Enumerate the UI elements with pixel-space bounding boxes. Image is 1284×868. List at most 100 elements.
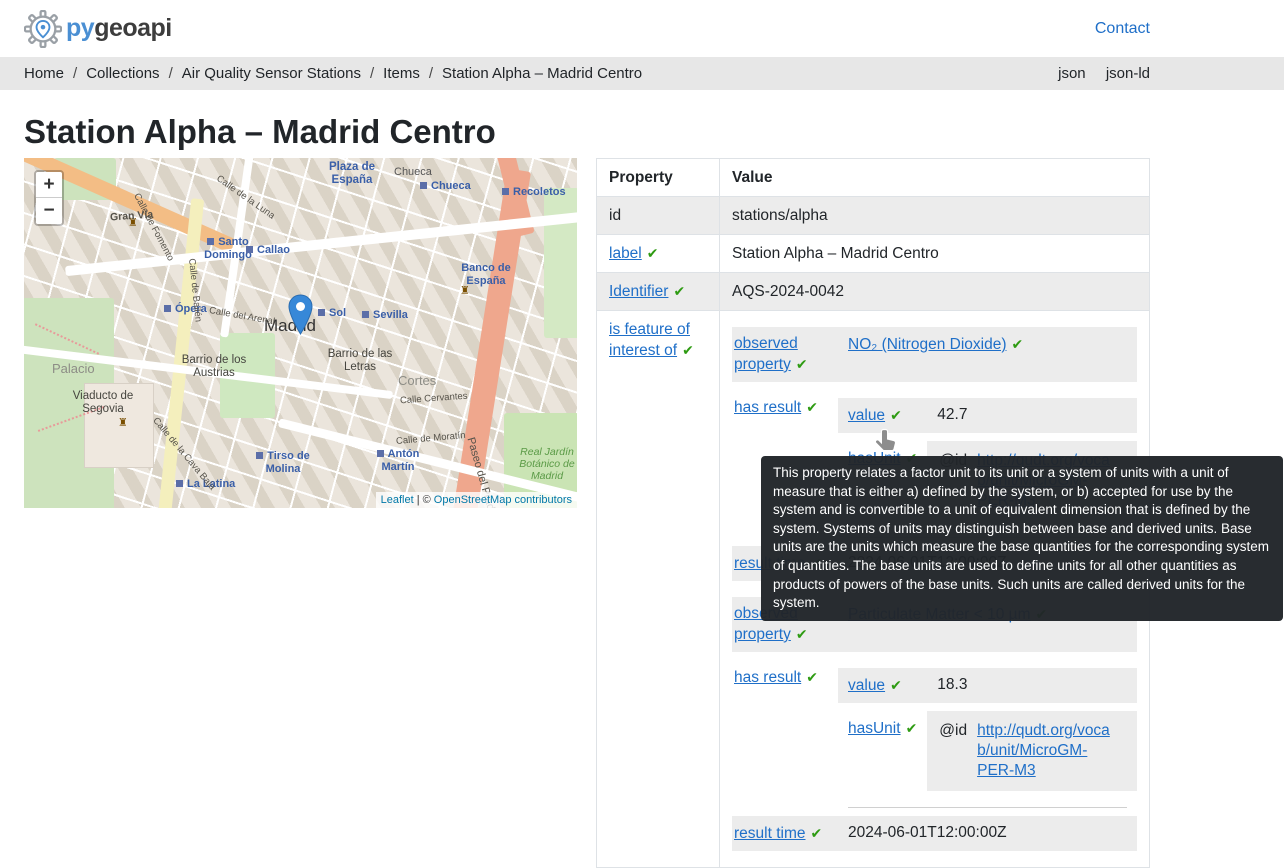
check-icon: ✔ <box>673 283 685 299</box>
value-column-header: Value <box>720 159 1150 197</box>
map-label: Antón Martín <box>370 448 426 473</box>
value-number: 42.7 <box>927 398 1137 433</box>
breadcrumb-separator: / <box>169 65 173 82</box>
hand-pointer-cursor-icon <box>873 428 896 452</box>
map-label: Viaducto de Segovia <box>64 390 142 416</box>
check-icon: ✔ <box>796 356 808 372</box>
identifier-property-link[interactable]: Identifier <box>609 283 668 300</box>
table-header-row: Property Value <box>597 159 1150 197</box>
value-link[interactable]: value <box>848 677 885 694</box>
divider <box>848 807 1127 808</box>
map-zoom-control: + − <box>34 170 64 226</box>
map-label: Recoletos <box>502 186 566 199</box>
attribution-copyright: © <box>423 494 431 506</box>
page-title: Station Alpha – Madrid Centro <box>24 111 1150 152</box>
map-label: Palacio <box>52 362 95 377</box>
map-label: Barrio de los Austrias <box>174 354 254 380</box>
table-row-id: id stations/alpha <box>597 197 1150 235</box>
breadcrumb-item-items: Items <box>383 65 420 82</box>
observed-property-value-link[interactable]: NO₂ (Nitrogen Dioxide) <box>848 336 1006 353</box>
json-ld-link[interactable]: json-ld <box>1106 65 1150 82</box>
property-id-label: id <box>597 197 720 235</box>
map-label: Callao <box>246 244 290 257</box>
brand-name: pygeoapi <box>66 16 172 41</box>
has-unit-row: hasUnit ✔ @id http://qudt.org/vocab/unit/… <box>838 711 1137 791</box>
value-link[interactable]: value <box>848 407 885 424</box>
breadcrumb-item-collection: Air Quality Sensor Stations <box>182 65 361 82</box>
breadcrumb: Home / Collections / Air Quality Sensor … <box>24 65 642 82</box>
breadcrumb-item-collections: Collections <box>86 65 159 82</box>
result-time-row: result time ✔ 2024-06-01T12:00:00Z <box>732 816 1137 851</box>
breadcrumb-link-items[interactable]: Items <box>383 65 420 82</box>
check-icon: ✔ <box>811 825 823 841</box>
value-number: 18.3 <box>927 668 1137 703</box>
breadcrumb-item-current: Station Alpha – Madrid Centro <box>442 65 642 82</box>
breadcrumb-bar: Home / Collections / Air Quality Sensor … <box>0 57 1284 90</box>
zoom-out-button[interactable]: − <box>36 198 62 224</box>
table-row-label: label ✔ Station Alpha – Madrid Centro <box>597 235 1150 273</box>
has-result-link[interactable]: has result <box>734 399 801 416</box>
has-result-row: has result ✔ value ✔ 18.3 <box>732 660 1137 799</box>
check-icon: ✔ <box>1011 336 1023 352</box>
check-icon: ✔ <box>890 407 902 423</box>
value-row: value ✔ 18.3 <box>838 668 1137 703</box>
check-icon: ✔ <box>682 342 694 358</box>
map-label: Plaza de España <box>320 161 384 187</box>
unit-id-box: @id http://qudt.org/vocab/unit/MicroGM-P… <box>927 711 1137 791</box>
label-property-link[interactable]: label <box>609 245 642 262</box>
observed-property-row: observed property✔ NO₂ (Nitrogen Dioxide… <box>732 327 1137 382</box>
id-key-label: @id <box>939 721 967 741</box>
brand-logo-link[interactable]: pygeoapi <box>24 10 172 48</box>
has-unit-link[interactable]: hasUnit <box>848 720 901 737</box>
map-label: Chueca <box>420 180 471 193</box>
map-marker-icon[interactable] <box>288 294 313 335</box>
is-feature-of-interest-link[interactable]: is feature of interest of <box>609 321 690 359</box>
label-property-value: Station Alpha – Madrid Centro <box>720 235 1150 273</box>
leaflet-attribution-link[interactable]: Leaflet <box>381 494 414 506</box>
has-unit-definition-tooltip: This property relates a factor unit to i… <box>761 456 1283 621</box>
breadcrumb-item-home: Home <box>24 65 64 82</box>
osm-contributors-link[interactable]: contributors <box>515 494 572 506</box>
map-park <box>544 188 577 338</box>
check-icon: ✔ <box>906 720 918 736</box>
zoom-in-button[interactable]: + <box>36 172 62 198</box>
contact-link[interactable]: Contact <box>1095 20 1150 38</box>
pygeoapi-gear-pin-logo-icon <box>24 10 62 48</box>
castle-icon: ♜ <box>118 418 128 429</box>
table-row-identifier: Identifier ✔ AQS-2024-0042 <box>597 273 1150 311</box>
map-label: Chueca <box>394 166 432 179</box>
map-label: Barrio de las Letras <box>327 348 393 374</box>
check-icon: ✔ <box>890 677 902 693</box>
map-label: Real Jardín Botánico de Madrid <box>516 446 577 482</box>
check-icon: ✔ <box>647 245 659 261</box>
result-time-value: 2024-06-01T12:00:00Z <box>838 816 1137 851</box>
check-icon: ✔ <box>796 626 808 642</box>
breadcrumb-link-home[interactable]: Home <box>24 65 64 82</box>
result-time-link[interactable]: result time <box>734 825 806 842</box>
format-links: json json-ld <box>1042 65 1150 82</box>
property-id-value: stations/alpha <box>720 197 1150 235</box>
map-label: Banco de España <box>454 262 518 287</box>
json-link[interactable]: json <box>1058 65 1086 82</box>
check-icon: ✔ <box>806 399 818 415</box>
breadcrumb-link-current[interactable]: Station Alpha – Madrid Centro <box>442 65 642 82</box>
leaflet-map[interactable]: ♜ ♜ ♜ Plaza de España Chueca Chueca Reco… <box>24 158 577 508</box>
unit-url-link[interactable]: http://qudt.org/vocab/unit/MicroGM-PER-M… <box>977 721 1115 781</box>
breadcrumb-link-collection[interactable]: Air Quality Sensor Stations <box>182 65 361 82</box>
breadcrumb-link-collections[interactable]: Collections <box>86 65 159 82</box>
breadcrumb-separator: / <box>429 65 433 82</box>
breadcrumb-separator: / <box>73 65 77 82</box>
check-icon: ✔ <box>806 669 818 685</box>
identifier-property-value: AQS-2024-0042 <box>720 273 1150 311</box>
observation-table: observed property✔ Particulate Matter < … <box>732 589 1137 859</box>
map-label: Tirso de Molina <box>252 450 314 475</box>
result-table: value ✔ 18.3 hasUnit ✔ @id <box>838 660 1137 799</box>
castle-icon: ♜ <box>460 286 470 297</box>
osm-attribution-link[interactable]: OpenStreetMap <box>434 494 512 506</box>
has-result-link[interactable]: has result <box>734 669 801 686</box>
map-label: Cortes <box>398 374 436 389</box>
map-attribution: Leaflet | © OpenStreetMap contributors <box>376 492 577 508</box>
breadcrumb-separator: / <box>370 65 374 82</box>
observed-property-link[interactable]: observed property <box>734 335 798 373</box>
property-column-header: Property <box>597 159 720 197</box>
